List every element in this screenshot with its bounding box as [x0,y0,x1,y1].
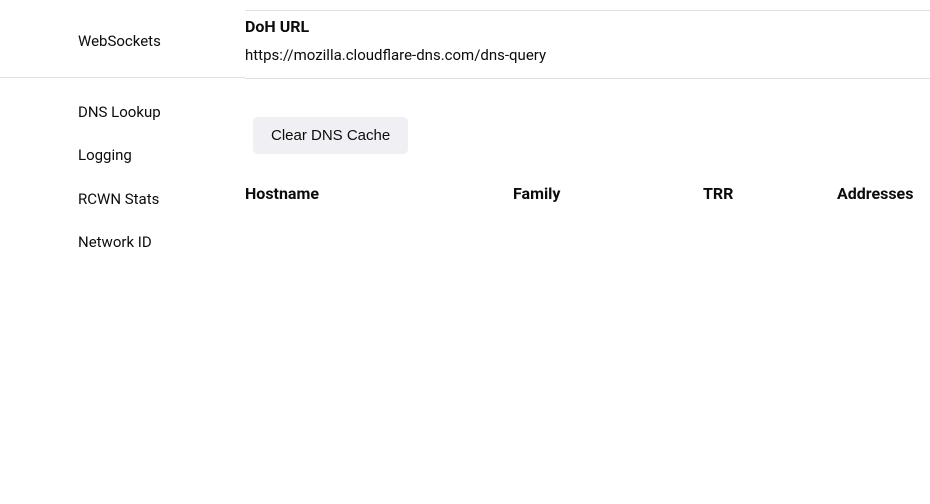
doh-url-title: DoH URL [245,17,930,36]
dns-table: Hostname Family TRR Addresses [245,184,930,203]
sidebar-divider [0,77,245,78]
th-family: Family [513,184,703,203]
sidebar-item-network-id[interactable]: Network ID [0,221,245,265]
th-addresses: Addresses [837,184,930,203]
sidebar-item-rcwn-stats[interactable]: RCWN Stats [0,178,245,222]
app-container: WebSockets DNS Lookup Logging RCWN Stats… [0,0,930,504]
doh-url-value: https://mozilla.cloudflare-dns.com/dns-q… [245,46,930,64]
sidebar-item-logging[interactable]: Logging [0,134,245,178]
clear-dns-wrap: Clear DNS Cache [245,79,930,184]
sidebar-item-websockets[interactable]: WebSockets [0,20,245,64]
th-trr: TRR [703,184,837,203]
main-content: DoH URL https://mozilla.cloudflare-dns.c… [245,0,930,504]
doh-section: DoH URL https://mozilla.cloudflare-dns.c… [245,11,930,79]
sidebar-item-dns-lookup[interactable]: DNS Lookup [0,91,245,135]
sidebar: WebSockets DNS Lookup Logging RCWN Stats… [0,0,245,504]
th-hostname: Hostname [245,184,513,203]
dns-table-header: Hostname Family TRR Addresses [245,184,930,203]
clear-dns-cache-button[interactable]: Clear DNS Cache [253,117,408,154]
